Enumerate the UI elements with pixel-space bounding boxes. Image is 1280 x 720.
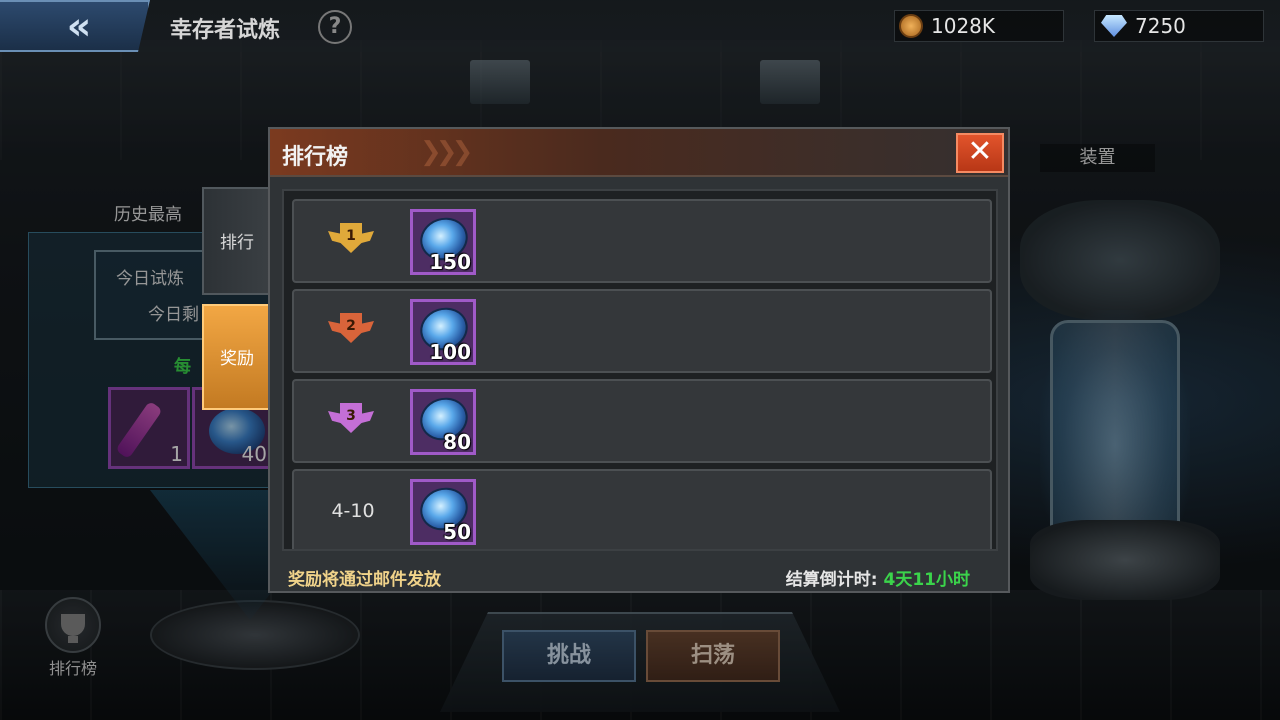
gold-amount: 1028K xyxy=(931,14,996,38)
gold-rank-badge-icon: 1 xyxy=(328,221,374,259)
badge-shield: 3 xyxy=(340,403,362,433)
badge-shield: 1 xyxy=(340,223,362,253)
reward-count: 50 xyxy=(443,520,471,544)
reward-row-rank-4-10: 4-10 50 xyxy=(292,469,992,549)
tab-ranking[interactable]: 排行 xyxy=(202,187,270,295)
countdown-label: 结算倒计时: xyxy=(785,570,878,590)
reward-row-rank-2: 2 100 xyxy=(292,289,992,373)
settlement-countdown: 结算倒计时: 4天11小时 xyxy=(786,565,970,590)
page-title: 幸存者试炼 xyxy=(170,18,281,43)
help-icon[interactable]: ? xyxy=(318,10,352,44)
gold-coin-icon xyxy=(899,14,923,38)
double-chevron-left-icon: « xyxy=(66,4,91,48)
reward-row-rank-1: 1 150 xyxy=(292,199,992,283)
rank-range-label: 4-10 xyxy=(331,500,375,522)
dialog-header: ❯❯❯ 排行榜 ✕ xyxy=(270,129,1008,177)
badge-shield: 2 xyxy=(340,313,362,343)
reward-list[interactable]: 1 150 2 100 3 80 4-10 50 xyxy=(282,189,998,551)
bronze-rank-badge-icon: 3 xyxy=(328,401,374,439)
reward-item[interactable]: 100 xyxy=(410,299,476,365)
leaderboard-dialog: ❯❯❯ 排行榜 ✕ 1 150 2 100 3 80 4-10 50 奖励将通过… xyxy=(268,127,1010,593)
reward-item[interactable]: 80 xyxy=(410,389,476,455)
diamond-icon xyxy=(1101,15,1127,37)
reward-row-rank-3: 3 80 xyxy=(292,379,992,463)
dialog-title: 排行榜 xyxy=(282,145,349,170)
close-button[interactable]: ✕ xyxy=(956,133,1004,173)
top-bar: « 幸存者试炼 ? 1028K 7250 xyxy=(0,0,1280,52)
back-button[interactable]: « xyxy=(0,0,150,52)
reward-count: 150 xyxy=(429,250,471,274)
reward-item[interactable]: 50 xyxy=(410,479,476,545)
reward-count: 100 xyxy=(429,340,471,364)
header-chevron-decoration: ❯❯❯ xyxy=(420,137,473,167)
mail-delivery-note: 奖励将通过邮件发放 xyxy=(288,570,441,590)
tab-rewards[interactable]: 奖励 xyxy=(202,304,270,410)
diamond-counter: 7250 xyxy=(1094,10,1264,42)
countdown-value: 4天11小时 xyxy=(883,570,971,590)
diamond-amount: 7250 xyxy=(1135,14,1186,38)
silver-rank-badge-icon: 2 xyxy=(328,311,374,349)
gold-counter: 1028K xyxy=(894,10,1064,42)
reward-count: 80 xyxy=(443,430,471,454)
reward-item[interactable]: 150 xyxy=(410,209,476,275)
